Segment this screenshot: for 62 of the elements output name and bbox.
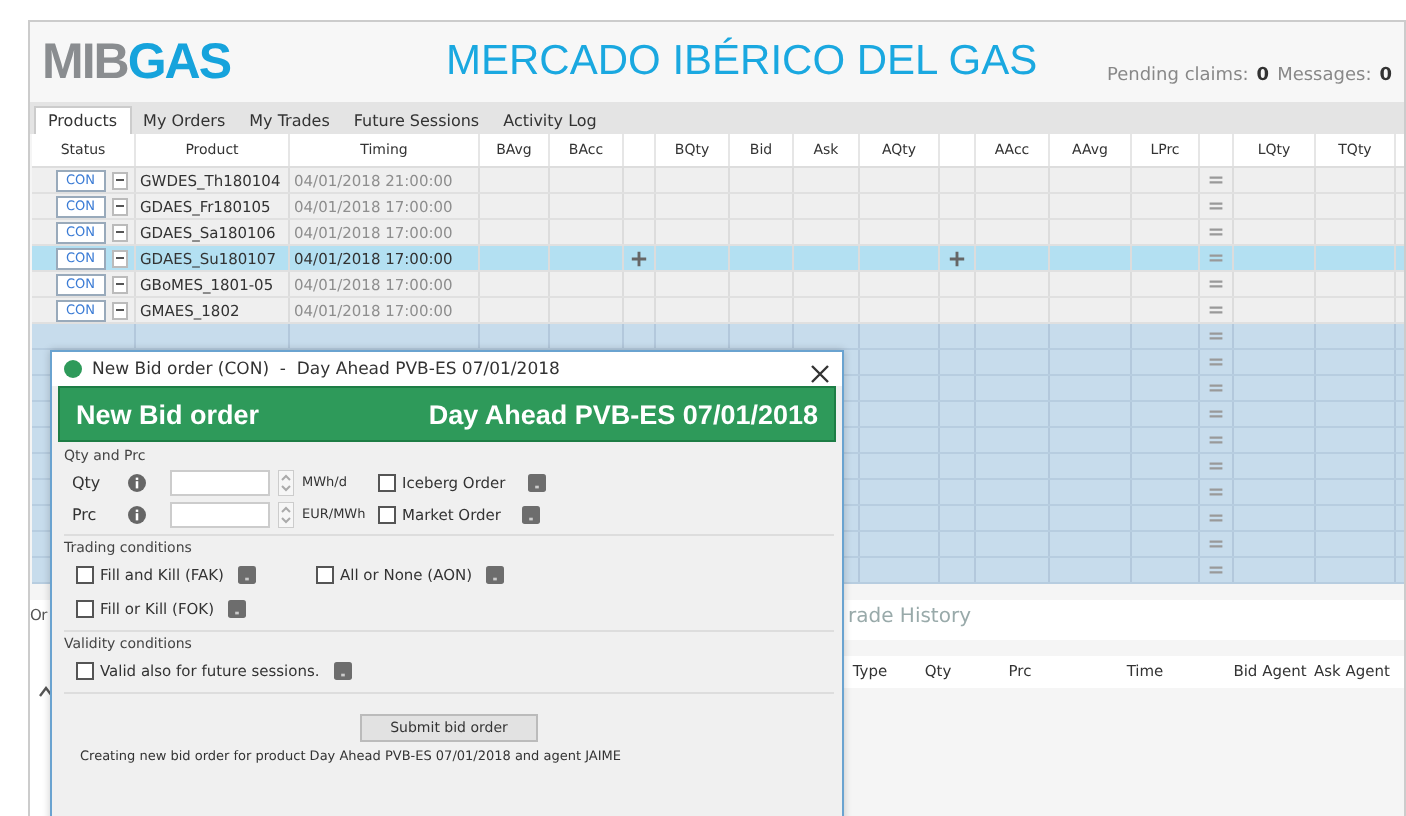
help-icon[interactable] <box>237 566 256 584</box>
equals-icon <box>1208 434 1224 446</box>
close-icon <box>810 363 830 383</box>
equals-icon <box>1208 304 1224 316</box>
equals-icon <box>1208 382 1224 394</box>
help-icon[interactable] <box>333 662 352 680</box>
logo-text: MIB <box>42 33 128 91</box>
dropdown-icon[interactable] <box>111 223 128 241</box>
equals-icon <box>1208 174 1224 186</box>
help-icon[interactable] <box>228 600 247 618</box>
logo-text: GAS <box>127 33 231 91</box>
checkbox[interactable] <box>315 566 334 584</box>
dropdown-icon[interactable] <box>111 197 128 215</box>
tab[interactable]: My Orders <box>131 108 238 134</box>
equals-icon <box>1208 226 1224 238</box>
field-label: Prc <box>70 505 99 523</box>
tab[interactable]: Future Sessions <box>341 108 492 134</box>
pending-claims-count: 0 <box>1256 66 1270 86</box>
close-button[interactable] <box>810 359 830 379</box>
equals-icon <box>1208 512 1224 524</box>
equals-icon <box>1208 460 1224 472</box>
tab[interactable]: Products <box>34 106 132 134</box>
help-icon[interactable] <box>486 566 505 584</box>
checkbox[interactable] <box>76 662 94 680</box>
plus-icon[interactable] <box>630 249 648 267</box>
tab[interactable]: Activity Log <box>491 108 609 134</box>
info-icon <box>128 473 146 491</box>
pending-claims-label: Pending claims: <box>1107 66 1249 86</box>
dropdown-icon[interactable] <box>111 171 128 189</box>
panel-title: rade History <box>844 600 1404 640</box>
caret-icon[interactable] <box>38 686 54 698</box>
help-icon[interactable] <box>527 473 546 491</box>
field-label: Qty <box>70 473 103 491</box>
tab[interactable]: My Trades <box>237 108 342 134</box>
banner-title: New Bid order <box>76 399 260 429</box>
equals-icon <box>1208 486 1224 498</box>
window-title: New Bid order (CON) - Day Ahead PVB-ES 07/01/2018 <box>92 359 562 379</box>
equals-icon <box>1208 538 1224 550</box>
checkbox[interactable] <box>76 600 94 618</box>
equals-icon <box>1208 252 1224 264</box>
dropdown-icon[interactable] <box>111 301 128 319</box>
checkbox[interactable] <box>378 505 396 523</box>
checkbox[interactable] <box>378 473 396 491</box>
plus-icon[interactable] <box>948 249 966 267</box>
input-field[interactable] <box>170 469 270 495</box>
equals-icon <box>1208 564 1224 576</box>
messages-label: Messages: <box>1277 66 1372 86</box>
equals-icon <box>1208 330 1224 342</box>
dropdown-icon[interactable] <box>111 275 128 293</box>
equals-icon <box>1208 200 1224 212</box>
help-icon[interactable] <box>522 505 541 523</box>
dropdown-icon[interactable] <box>111 249 128 267</box>
input-field[interactable] <box>170 501 270 527</box>
equals-icon <box>1208 356 1224 368</box>
info-icon <box>128 505 146 523</box>
app-title: MERCADO IBÉRICO DEL GAS <box>446 38 1040 86</box>
equals-icon <box>1208 278 1224 290</box>
checkbox[interactable] <box>76 566 94 584</box>
equals-icon <box>1208 408 1224 420</box>
messages-count: 0 <box>1379 66 1392 86</box>
app-icon <box>64 360 82 378</box>
banner-product: Day Ahead PVB-ES 07/01/2018 <box>428 399 818 429</box>
